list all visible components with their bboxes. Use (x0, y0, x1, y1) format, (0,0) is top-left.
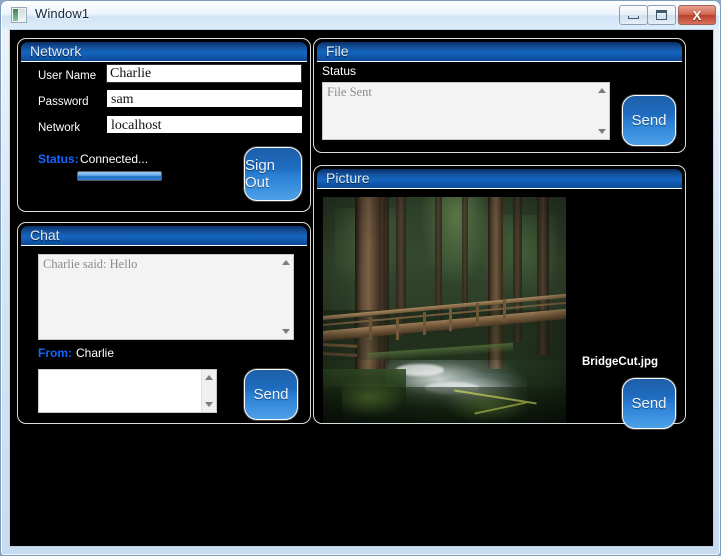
client-area: Network User Name Charlie Password sam N… (9, 29, 714, 547)
minimize-button[interactable] (619, 5, 648, 25)
minimize-icon (628, 16, 639, 19)
file-panel-title: File (326, 43, 349, 59)
scroll-down-icon[interactable] (205, 402, 213, 407)
picture-send-button[interactable]: Send (622, 378, 676, 429)
scroll-up-icon[interactable] (205, 375, 213, 380)
chat-compose-scrollbar[interactable] (201, 370, 216, 412)
file-send-button[interactable]: Send (622, 95, 676, 146)
chat-panel-header: Chat (21, 226, 307, 246)
maximize-icon (656, 10, 667, 20)
application-window: Window1 X Network User Name Charlie Pass… (0, 0, 721, 556)
picture-file-name: BridgeCut.jpg (582, 356, 659, 368)
picture-panel: Picture BridgeCut.jpg Send (313, 165, 686, 429)
file-status-scrollbar[interactable] (594, 83, 609, 139)
chat-send-button[interactable]: Send (244, 369, 298, 420)
password-input[interactable]: sam (107, 90, 302, 107)
window-title: Window1 (35, 6, 90, 21)
picture-preview[interactable] (323, 197, 566, 423)
chat-history-area[interactable]: Charlie said: Hello (38, 254, 294, 340)
chat-history-text: Charlie said: Hello (43, 257, 138, 271)
password-label: Password (38, 96, 89, 108)
picture-panel-header: Picture (317, 169, 682, 189)
sign-out-button[interactable]: Sign Out (244, 147, 302, 201)
chat-panel: Chat Charlie said: Hello From: Charlie S… (17, 222, 311, 424)
file-panel: File Status File Sent Send (313, 38, 686, 153)
file-panel-header: File (317, 42, 682, 62)
network-input[interactable]: localhost (107, 116, 302, 133)
network-panel: Network User Name Charlie Password sam N… (17, 38, 311, 212)
connection-progress-bar (77, 171, 162, 181)
app-window-icon (11, 7, 27, 23)
scroll-down-icon[interactable] (597, 129, 606, 134)
file-status-area[interactable]: File Sent (322, 82, 610, 140)
user-name-input[interactable]: Charlie (106, 64, 302, 83)
status-value: Connected... (80, 152, 149, 166)
scroll-up-icon[interactable] (597, 88, 606, 93)
user-name-label: User Name (38, 70, 97, 82)
chat-compose-input[interactable] (38, 369, 217, 413)
picture-panel-title: Picture (326, 170, 370, 186)
scroll-up-icon[interactable] (281, 260, 290, 265)
title-bar[interactable]: Window1 X (2, 2, 719, 29)
file-status-text: File Sent (327, 85, 372, 99)
chat-panel-title: Chat (30, 227, 60, 243)
network-panel-header: Network (21, 42, 307, 62)
close-icon: X (692, 7, 702, 23)
network-label: Network (38, 122, 81, 134)
from-value: Charlie (76, 346, 115, 360)
close-button[interactable]: X (678, 5, 716, 25)
maximize-button[interactable] (647, 5, 676, 25)
network-panel-title: Network (30, 43, 82, 59)
chat-history-scrollbar[interactable] (278, 255, 293, 339)
file-status-label: Status (322, 64, 357, 78)
from-label: From: (38, 346, 72, 360)
scroll-down-icon[interactable] (281, 329, 290, 334)
status-label: Status: (38, 152, 79, 166)
